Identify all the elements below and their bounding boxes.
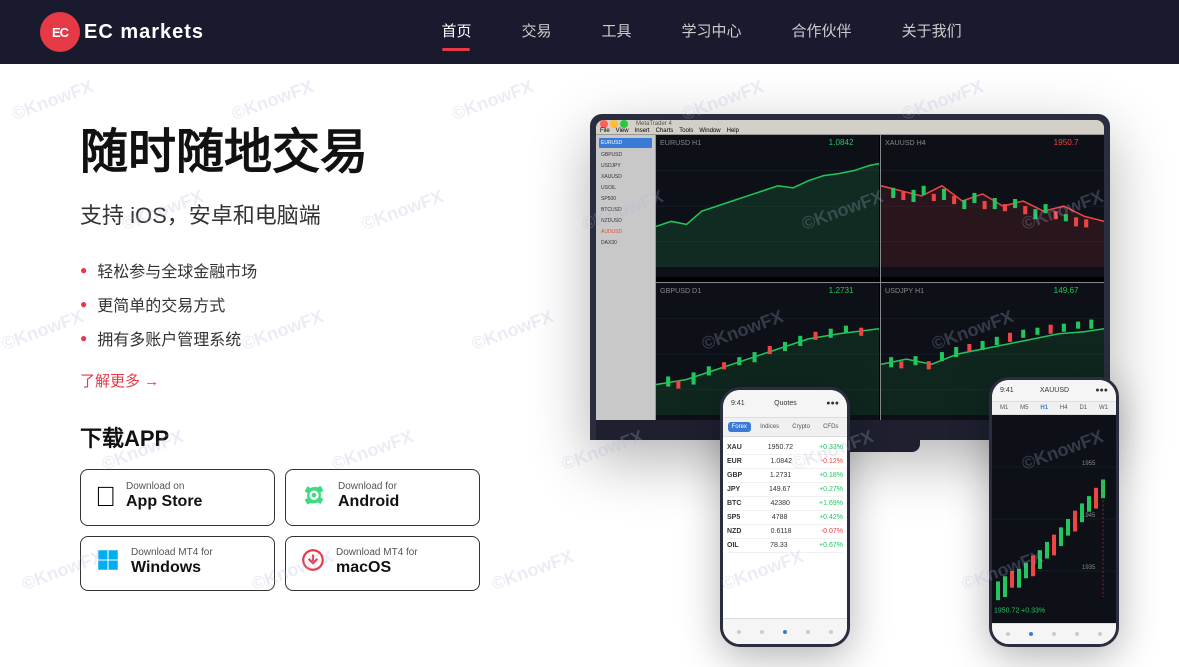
windows-small-label: Download MT4 for bbox=[131, 548, 213, 558]
macos-large-label: macOS bbox=[336, 558, 418, 579]
nav-item-about[interactable]: 关于我们 bbox=[902, 20, 962, 45]
svg-text:1945: 1945 bbox=[1082, 512, 1096, 519]
nav-item-trade[interactable]: 交易 bbox=[522, 20, 552, 45]
right-panel: MetaTrader 4 FileViewInsertChartsToolsWi… bbox=[560, 104, 1119, 647]
nav-item-learn[interactable]: 学习中心 bbox=[682, 20, 742, 45]
logo-icon: EC bbox=[40, 12, 80, 52]
svg-text:GBPUSD D1: GBPUSD D1 bbox=[660, 287, 701, 295]
svg-text:1950.7: 1950.7 bbox=[1053, 138, 1078, 147]
windows-icon bbox=[95, 547, 121, 580]
svg-text:USDJPY H1: USDJPY H1 bbox=[885, 287, 924, 295]
appstore-large-label: App Store bbox=[126, 492, 202, 513]
mt4-sidebar: EURUSD GBPUSD USDJPY XAUUSD USOIL SP500 … bbox=[596, 135, 656, 420]
android-large-label: Android bbox=[338, 492, 399, 513]
download-macos-button[interactable]: Download MT4 for macOS bbox=[285, 536, 480, 591]
download-windows-button[interactable]: Download MT4 for Windows bbox=[80, 536, 275, 591]
chart-panel-2: XAUUSD H4 1950.7 bbox=[881, 135, 1105, 282]
logo[interactable]: EC EC markets bbox=[40, 12, 204, 52]
quote-row-eurusd: EUR 1.0842 -0.12% bbox=[727, 455, 843, 469]
phone-left-header: 9:41 Quotes ●●● bbox=[723, 390, 847, 418]
macos-small-label: Download MT4 for bbox=[336, 548, 418, 558]
mt4-toolbar: MetaTrader 4 bbox=[596, 120, 1104, 128]
close-dot bbox=[600, 120, 608, 128]
max-dot bbox=[620, 120, 628, 128]
learn-more-link[interactable]: 了解更多 → bbox=[80, 370, 159, 391]
phone-left-screen: 9:41 Quotes ●●● Forex Indices Crypto CFD… bbox=[723, 390, 847, 644]
hero-title: 随时随地交易 bbox=[80, 124, 560, 182]
nav-item-tools[interactable]: 工具 bbox=[602, 20, 632, 45]
download-section: 下载APP  Download on App Store Do bbox=[80, 421, 560, 591]
android-small-label: Download for bbox=[338, 482, 399, 492]
download-appstore-button[interactable]:  Download on App Store bbox=[80, 469, 275, 526]
main-content: 随时随地交易 支持 iOS，安卓和电脑端 轻松参与全球金融市场 更简单的交易方式… bbox=[0, 64, 1179, 667]
macos-icon bbox=[300, 547, 326, 580]
phone-right-chart: 1955 1945 1935 bbox=[992, 415, 1116, 623]
svg-text:1955: 1955 bbox=[1082, 460, 1096, 467]
feature-item-3: 拥有多账户管理系统 bbox=[80, 326, 560, 350]
phone-right-nav bbox=[992, 623, 1116, 644]
appstore-small-label: Download on bbox=[126, 482, 202, 492]
left-panel: 随时随地交易 支持 iOS，安卓和电脑端 轻松参与全球金融市场 更简单的交易方式… bbox=[80, 104, 560, 647]
svg-text:EURUSD H1: EURUSD H1 bbox=[660, 139, 701, 147]
main-nav: 首页 交易 工具 学习中心 合作伙伴 关于我们 bbox=[264, 20, 1139, 45]
feature-item-1: 轻松参与全球金融市场 bbox=[80, 258, 560, 282]
quote-row-nzdusd: NZD 0.6118 -0.07% bbox=[727, 525, 843, 539]
phone-right-screen: 9:41 XAUUSD ●●● M1 M5 H1 H4 D1 W1 bbox=[992, 380, 1116, 644]
svg-text:1950.72 +0.33%: 1950.72 +0.33% bbox=[994, 607, 1046, 615]
quote-row-usoil: OIL 78.33 +0.67% bbox=[727, 539, 843, 553]
svg-text:1.0842: 1.0842 bbox=[829, 138, 854, 147]
phone-left: 9:41 Quotes ●●● Forex Indices Crypto CFD… bbox=[720, 387, 850, 647]
quote-row-btcusd: BTC 42380 +1.69% bbox=[727, 497, 843, 511]
mt4-menubar: FileViewInsertChartsToolsWindowHelp bbox=[596, 128, 1104, 135]
apple-icon:  bbox=[95, 481, 116, 513]
monitor-screen: MetaTrader 4 FileViewInsertChartsToolsWi… bbox=[596, 120, 1104, 420]
phone-right-header: 9:41 XAUUSD ●●● bbox=[992, 380, 1116, 402]
quotes-list: XAU 1950.72 +0.33% EUR 1.0842 -0.12% GBP… bbox=[723, 437, 847, 557]
quote-row-sp500: SP5 4788 +0.42% bbox=[727, 511, 843, 525]
phone-left-content: XAU 1950.72 +0.33% EUR 1.0842 -0.12% GBP… bbox=[723, 437, 847, 618]
phone-left-nav bbox=[723, 618, 847, 644]
svg-text:1935: 1935 bbox=[1082, 564, 1096, 571]
quote-row-usdjpy: JPY 149.67 +0.27% bbox=[727, 483, 843, 497]
quote-row-xauusd: XAU 1950.72 +0.33% bbox=[727, 441, 843, 455]
svg-text:1.2731: 1.2731 bbox=[829, 286, 854, 295]
mt4-title: MetaTrader 4 bbox=[636, 121, 672, 127]
quote-row-gbpusd: GBP 1.2731 +0.18% bbox=[727, 469, 843, 483]
android-icon bbox=[300, 480, 328, 515]
nav-item-partner[interactable]: 合作伙伴 bbox=[792, 20, 852, 45]
phone-right: 9:41 XAUUSD ●●● M1 M5 H1 H4 D1 W1 bbox=[989, 377, 1119, 647]
mt4-interface: MetaTrader 4 FileViewInsertChartsToolsWi… bbox=[596, 120, 1104, 420]
logo-text: EC markets bbox=[84, 21, 204, 44]
min-dot bbox=[610, 120, 618, 128]
download-title: 下载APP bbox=[80, 421, 560, 453]
windows-large-label: Windows bbox=[131, 558, 213, 579]
svg-text:XAUUSD H4: XAUUSD H4 bbox=[885, 139, 926, 147]
features-list: 轻松参与全球金融市场 更简单的交易方式 拥有多账户管理系统 bbox=[80, 258, 560, 350]
download-android-button[interactable]: Download for Android bbox=[285, 469, 480, 526]
hero-subtitle: 支持 iOS，安卓和电脑端 bbox=[80, 198, 560, 230]
download-grid:  Download on App Store Download for And… bbox=[80, 469, 480, 591]
feature-item-2: 更简单的交易方式 bbox=[80, 292, 560, 316]
nav-item-home[interactable]: 首页 bbox=[441, 20, 471, 45]
header: EC EC markets 首页 交易 工具 学习中心 合作伙伴 关于我们 bbox=[0, 0, 1179, 64]
chart-panel-1: EURUSD H1 1.0842 bbox=[656, 135, 880, 282]
svg-text:149.67: 149.67 bbox=[1053, 286, 1078, 295]
